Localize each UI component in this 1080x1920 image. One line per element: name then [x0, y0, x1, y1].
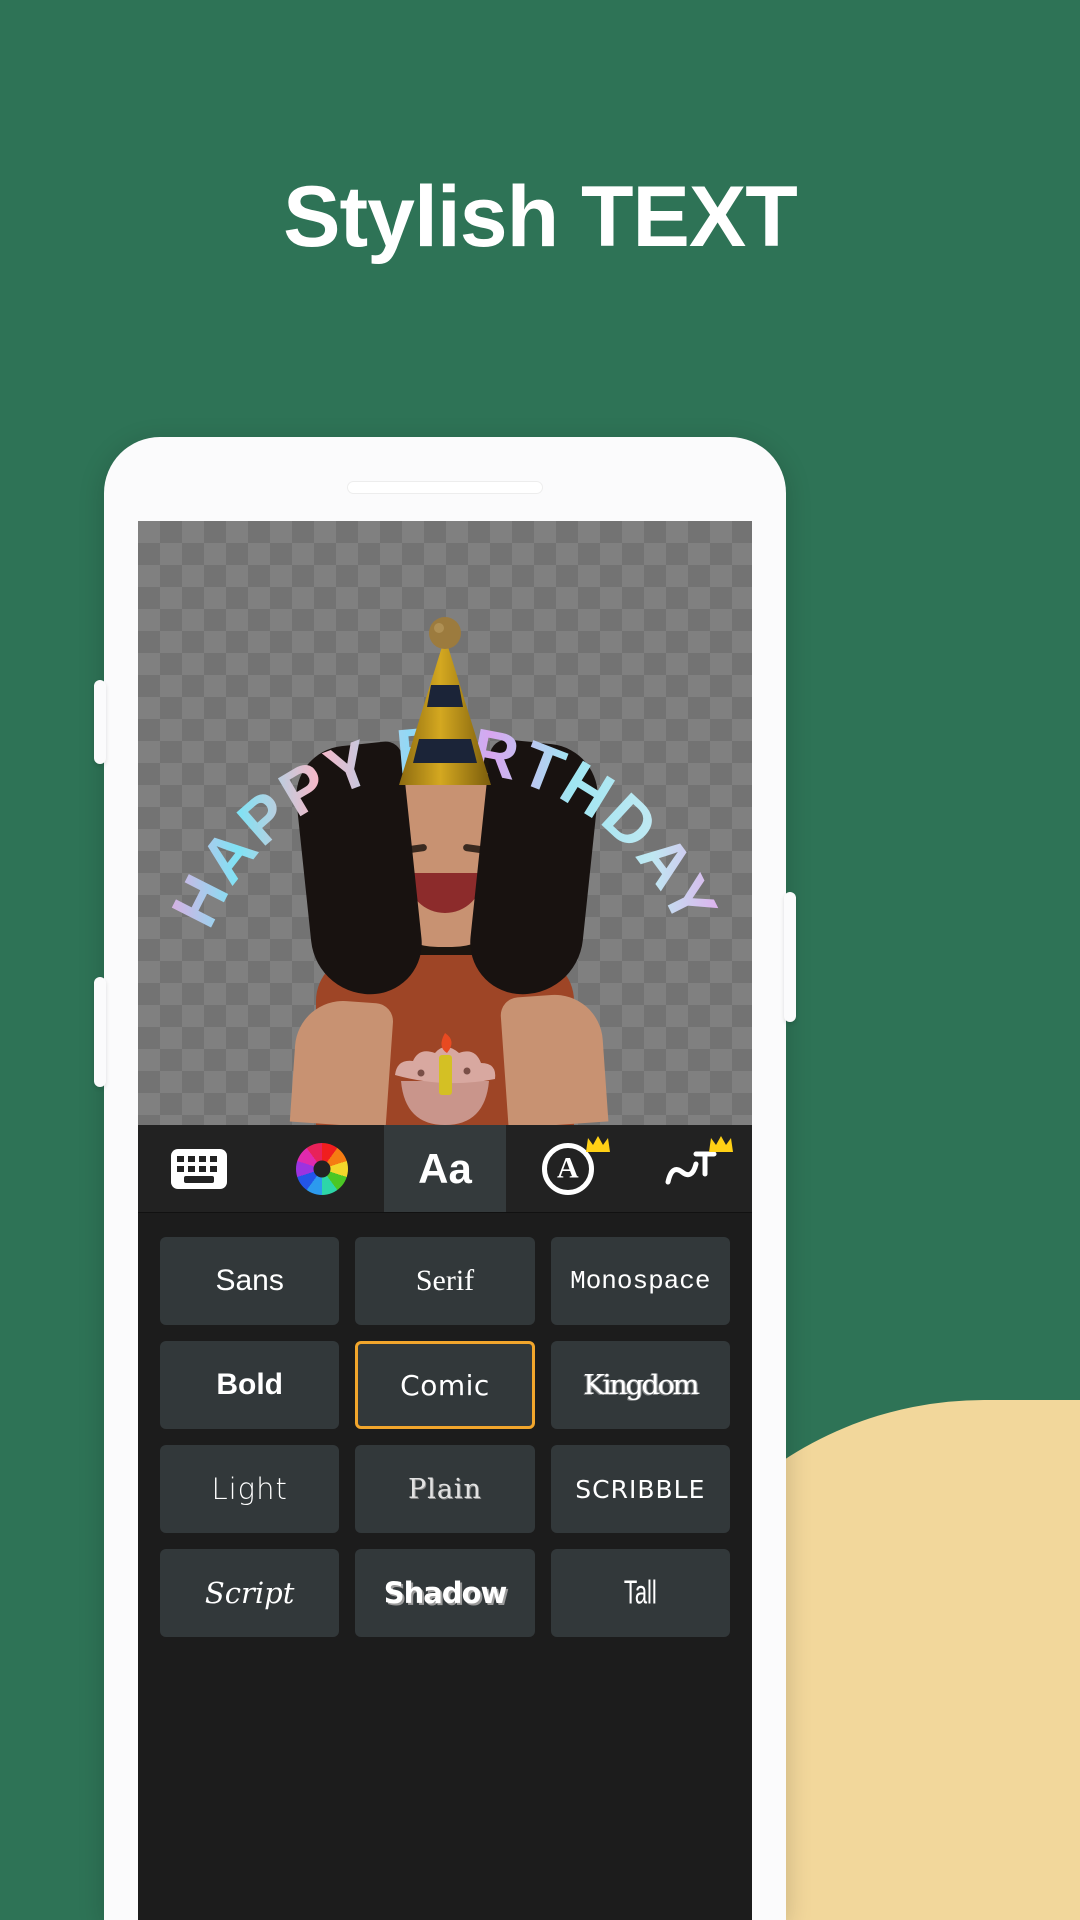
font-tile-label: Light	[211, 1472, 288, 1506]
font-tile-label: Tall	[623, 1573, 657, 1612]
font-aa-icon: Aa	[418, 1144, 472, 1192]
font-tile-label: Script	[204, 1576, 295, 1610]
color-wheel-icon	[296, 1142, 349, 1195]
font-tile[interactable]: Bold	[160, 1341, 340, 1429]
phone-volume-up-button	[94, 680, 106, 764]
editor-canvas[interactable]: HAPPY BIRTHDAY	[138, 521, 752, 1125]
font-tile[interactable]: Tall	[550, 1549, 730, 1637]
phone-mockup: HAPPY BIRTHDAY Aa A	[94, 437, 796, 1920]
phone-speaker	[347, 481, 543, 494]
font-tile[interactable]: Plain	[355, 1445, 535, 1533]
font-tile[interactable]: Serif	[355, 1237, 535, 1325]
font-tile[interactable]: SCRIBBLE	[550, 1445, 730, 1533]
font-tile[interactable]: Kingdom	[550, 1341, 730, 1429]
font-tile-label: Monospace	[570, 1266, 711, 1296]
font-tile[interactable]: Sans	[160, 1237, 340, 1325]
font-tile[interactable]: Shadow	[355, 1549, 535, 1637]
font-tile[interactable]: Comic	[355, 1341, 535, 1429]
font-tile-label: SCRIBBLE	[575, 1474, 706, 1504]
editor-toolbar: Aa A	[138, 1125, 752, 1213]
keyboard-icon	[171, 1148, 228, 1189]
font-tile-label: Serif	[415, 1264, 475, 1297]
toolbar-item-curve[interactable]	[629, 1125, 752, 1212]
font-tile-label: Sans	[215, 1264, 284, 1297]
toolbar-item-keyboard[interactable]	[138, 1125, 261, 1212]
phone-screen: HAPPY BIRTHDAY Aa A	[138, 521, 752, 1920]
toolbar-item-outline[interactable]: A	[506, 1125, 629, 1212]
party-hat-sticker[interactable]	[383, 615, 507, 795]
font-grid: Sans Serif Monospace Bold Comic Kingdom …	[160, 1237, 730, 1637]
page-title: Stylish TEXT	[283, 169, 798, 265]
font-tile-label: Comic	[400, 1368, 490, 1402]
font-tile-label: Shadow	[383, 1576, 508, 1610]
arm-left	[289, 997, 395, 1125]
phone-power-button	[784, 892, 796, 1022]
arm-right	[499, 991, 609, 1125]
crown-icon	[585, 1134, 611, 1154]
cupcake-sticker[interactable]	[387, 1019, 503, 1125]
font-tile[interactable]: Script	[160, 1549, 340, 1637]
font-picker-panel: Sans Serif Monospace Bold Comic Kingdom …	[138, 1213, 752, 1637]
crown-icon	[708, 1134, 734, 1154]
font-tile[interactable]: Monospace	[550, 1237, 730, 1325]
font-tile-label: Bold	[216, 1368, 283, 1401]
phone-volume-down-button	[94, 977, 106, 1087]
toolbar-item-font[interactable]: Aa	[383, 1125, 507, 1212]
toolbar-item-color[interactable]	[261, 1125, 384, 1212]
font-tile[interactable]: Light	[160, 1445, 340, 1533]
font-tile-label: Kingdom	[583, 1369, 699, 1401]
font-tile-label: Plain	[408, 1473, 482, 1505]
